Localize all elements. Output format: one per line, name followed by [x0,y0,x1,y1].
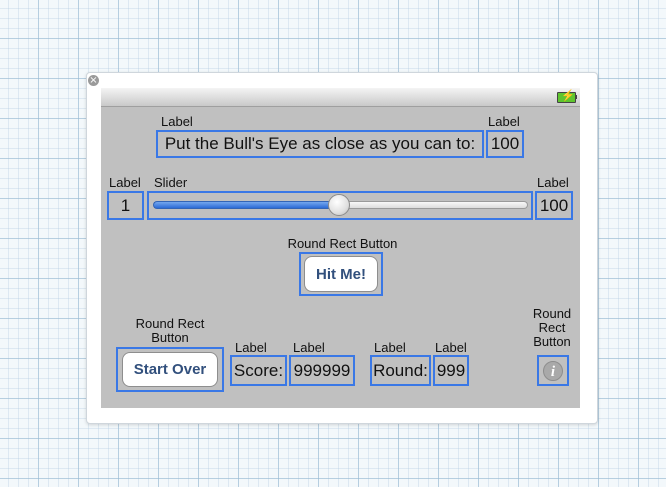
slider-track-max[interactable] [338,201,528,209]
score-value-caption: Label [293,340,325,355]
score-label-caption: Label [235,340,267,355]
charging-bolt-icon: ⚡ [561,90,575,102]
round-value-caption: Label [435,340,467,355]
target-value-label[interactable]: 100 [486,130,524,158]
info-button-caption: Round Rect Button [532,306,572,349]
start-over-caption: Round Rect Button [135,316,205,345]
target-value-caption: Label [488,114,520,129]
battery-nub [575,95,577,99]
slider-thumb[interactable] [327,194,350,216]
close-icon[interactable]: × [88,75,99,86]
round-value-label[interactable]: 999 [433,355,469,386]
round-label[interactable]: Round: [370,355,431,386]
round-label-caption: Label [374,340,406,355]
score-label[interactable]: Score: [230,355,287,386]
hit-button-frame: Hit Me! [299,252,383,296]
status-bar [101,88,580,107]
start-over-button[interactable]: Start Over [122,352,218,387]
slider-track-min[interactable] [153,201,339,209]
target-prompt-caption: Label [161,114,193,129]
min-label-caption: Label [109,175,141,190]
max-value-label[interactable]: 100 [535,191,573,220]
info-icon[interactable]: i [543,360,563,381]
hit-button-caption: Round Rect Button [287,236,398,251]
target-prompt-label[interactable]: Put the Bull's Eye as close as you can t… [156,130,484,158]
hit-me-button[interactable]: Hit Me! [304,256,378,292]
start-over-frame: Start Over [116,347,224,392]
info-button-frame: i [537,355,569,386]
score-value-label[interactable]: 999999 [289,355,355,386]
slider-caption: Slider [154,175,188,190]
min-value-label[interactable]: 1 [107,191,144,220]
max-label-caption: Label [537,175,569,190]
